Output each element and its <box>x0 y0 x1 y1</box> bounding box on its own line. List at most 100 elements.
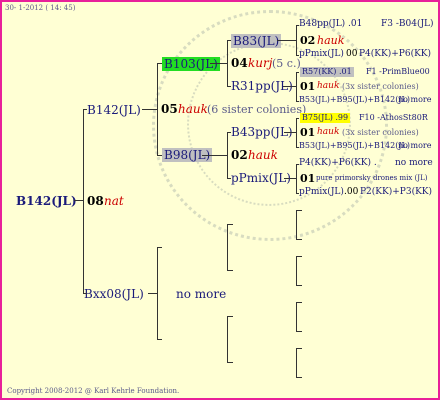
connector <box>296 164 297 193</box>
gen1-top-note: (6 sister colonies) <box>207 103 307 116</box>
gen4-r5-right: F10 -AthosSt80R <box>359 113 428 122</box>
gen3-b2-year: 01 <box>300 172 316 185</box>
gen4-r2-c: P4(KK)+P6(KK) <box>359 49 432 59</box>
connector <box>296 285 302 286</box>
connector <box>157 247 162 248</box>
connector <box>296 118 297 147</box>
gen2-a-year: 04 <box>231 56 248 70</box>
gen3-a2-breeder: hauk <box>317 81 340 91</box>
gen4-r2-a[interactable]: pPmix(JL) <box>299 50 344 59</box>
gen3-b1-breeder: hauk <box>317 127 340 137</box>
connector <box>277 40 296 41</box>
connector <box>74 200 83 201</box>
gen4-r7-a[interactable]: P4(KK)+P6(KK) . <box>299 159 377 168</box>
gen2-b-year: 02 <box>231 148 248 162</box>
gen1-top-year: 05 <box>161 102 178 116</box>
root-year: 08 <box>87 194 104 208</box>
connector <box>227 132 228 178</box>
connector <box>296 210 297 239</box>
root-name[interactable]: B142(JL) <box>16 195 77 207</box>
gen1-bottom-name[interactable]: Bxx08(JL) <box>84 288 144 300</box>
connector <box>157 63 158 155</box>
connector <box>296 164 299 165</box>
gen4-r3-right: F1 -PrimBlue00 <box>366 67 430 76</box>
connector <box>296 302 302 303</box>
connector <box>296 72 297 101</box>
connector <box>227 132 231 133</box>
connector <box>296 25 297 55</box>
connector <box>227 362 233 363</box>
connector <box>157 155 162 156</box>
connector <box>296 348 297 377</box>
connector <box>227 316 228 362</box>
gen1-top-breeder: hauk <box>178 102 208 116</box>
connector <box>227 40 228 86</box>
connector <box>227 40 231 41</box>
gen3-b2-note: pure primorsky drones mix (JL) <box>316 174 428 182</box>
connector <box>142 109 157 110</box>
connector <box>157 63 162 64</box>
gen2-a-breeder: kurj <box>248 56 273 70</box>
gen4-r1-left[interactable]: B48pp(JL) .01 <box>299 20 362 29</box>
connector <box>296 101 299 102</box>
connector <box>296 193 299 194</box>
connector <box>83 109 87 110</box>
gen4-r7-b: no more <box>395 158 433 168</box>
connector <box>202 155 227 156</box>
connector <box>227 86 231 87</box>
gen3-a1-year: 02 <box>300 34 316 47</box>
connector <box>283 86 296 87</box>
gen4-r2-b: 00 <box>346 49 358 59</box>
connector <box>296 377 302 378</box>
gen2-b-breeder: hauk <box>248 148 278 162</box>
connector <box>83 293 87 294</box>
connector <box>284 178 296 179</box>
gen2-a-name[interactable]: B103(JL) <box>162 57 220 71</box>
gen3-a1-name[interactable]: B83(JL) <box>231 34 282 48</box>
connector <box>227 270 233 271</box>
gen3-b2-name[interactable]: pPmix(JL) <box>231 172 291 184</box>
connector <box>227 224 228 270</box>
gen4-r8-a[interactable]: pPmix(JL) <box>299 188 344 197</box>
gen3-b1-year: 01 <box>300 126 316 139</box>
root-breeder: nat <box>104 194 124 208</box>
gen1-bottom-note: no more <box>176 287 227 301</box>
connector <box>83 109 84 294</box>
connector <box>148 293 157 294</box>
gen3-a1-breeder: hauk <box>317 34 345 47</box>
connector <box>296 147 299 148</box>
gen4-r1-right: F3 -B04(JL) <box>381 19 434 29</box>
connector <box>284 132 296 133</box>
connector <box>296 256 302 257</box>
gen4-r8-c: P2(KK)+P3(KK) <box>360 187 433 197</box>
connector <box>296 256 297 285</box>
gen3-b1-note: (3x sister colonies) <box>342 128 419 137</box>
gen4-r4-b: no more <box>398 95 432 104</box>
gen3-a2-note: (3x sister colonies) <box>342 82 419 91</box>
connector <box>296 210 302 211</box>
header-date: 30- 1-2012 ( 14: 45) <box>5 4 76 12</box>
connector <box>296 331 302 332</box>
pedigree-frame: 30- 1-2012 ( 14: 45) B142(JL) 08 nat B14… <box>0 0 440 400</box>
gen4-r4-a[interactable]: B53(JL)+B95(JL)+B142(JL) <box>299 96 410 104</box>
gen4-r3-left[interactable]: R57(KK) .01 <box>300 67 354 77</box>
connector <box>296 25 299 26</box>
connector <box>296 118 299 119</box>
connector <box>227 178 231 179</box>
connector <box>210 63 227 64</box>
connector <box>296 348 302 349</box>
connector <box>296 72 299 73</box>
gen3-a2-year: 01 <box>300 80 316 93</box>
connector <box>227 224 233 225</box>
connector <box>157 339 162 340</box>
connector <box>296 239 302 240</box>
gen4-r8-b: .00 <box>344 187 359 197</box>
gen4-r5-left[interactable]: B75(JL) .99 <box>300 113 351 123</box>
gen4-r6-a[interactable]: B53(JL)+B95(JL)+B142(JL) <box>299 142 410 150</box>
gen1-top-name[interactable]: B142(JL) <box>87 104 141 116</box>
connector <box>227 316 233 317</box>
gen2-a-note: (5 c.) <box>272 57 301 70</box>
connector <box>296 302 297 331</box>
connector <box>296 55 299 56</box>
gen4-r6-b: no more <box>398 141 432 150</box>
